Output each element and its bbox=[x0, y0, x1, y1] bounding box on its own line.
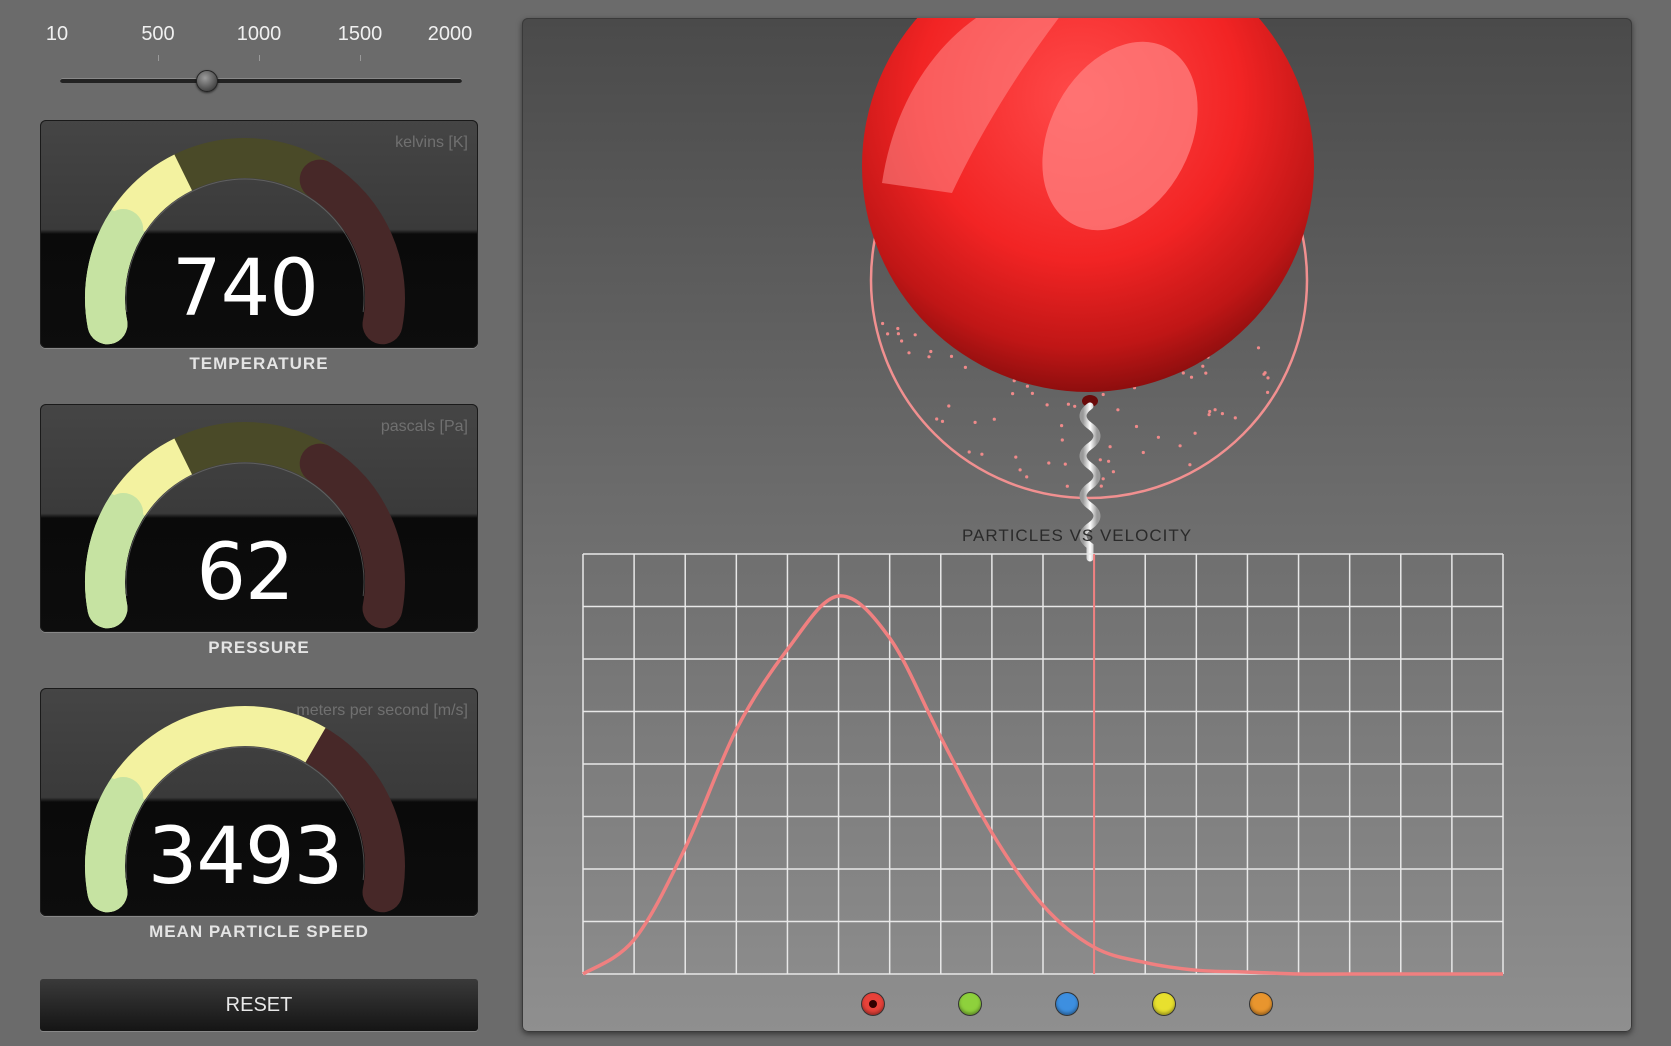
gauge-level-indicator bbox=[111, 438, 193, 517]
gas-particle bbox=[1188, 463, 1192, 467]
gas-particle bbox=[1156, 435, 1160, 439]
gas-particle bbox=[1073, 404, 1077, 408]
gas-particle bbox=[900, 339, 904, 343]
gas-particle bbox=[1266, 390, 1270, 394]
gas-particle bbox=[886, 332, 890, 336]
gas-particle bbox=[1207, 413, 1211, 417]
velocity-chart bbox=[582, 553, 1504, 976]
gas-particle bbox=[1065, 484, 1069, 488]
slider-track[interactable] bbox=[60, 78, 462, 83]
reset-button[interactable]: RESET bbox=[40, 979, 478, 1031]
gas-particle bbox=[907, 351, 911, 355]
gas-particle bbox=[1181, 371, 1185, 375]
temperature-slider[interactable]: 10 500 1000 1500 2000 bbox=[40, 18, 480, 98]
gas-particle bbox=[1201, 364, 1205, 368]
gas-particle bbox=[881, 321, 885, 326]
gas-particle bbox=[1098, 458, 1102, 462]
gas-particle bbox=[1025, 384, 1029, 388]
gas-particle bbox=[1108, 445, 1112, 449]
gas-particle bbox=[1060, 438, 1064, 442]
gas-particle bbox=[1011, 392, 1015, 396]
gas-particle bbox=[967, 450, 971, 454]
gas-particle bbox=[1018, 468, 1022, 472]
slider-tick-label: 500 bbox=[141, 23, 175, 45]
gas-particle bbox=[980, 452, 984, 456]
gas-particle bbox=[935, 417, 939, 421]
temperature-value: 740 bbox=[172, 244, 319, 334]
gas-particle bbox=[929, 349, 933, 354]
gas-particle bbox=[1141, 450, 1145, 455]
gas-particle bbox=[1193, 431, 1197, 435]
gas-particle bbox=[1116, 408, 1120, 412]
gas-particle bbox=[1111, 470, 1115, 474]
gas-particle bbox=[1208, 409, 1212, 414]
gas-particle bbox=[927, 355, 931, 359]
chart-title: PARTICLES VS VELOCITY bbox=[961, 526, 1193, 545]
slider-tick-label: 10 bbox=[45, 23, 69, 45]
gas-particle bbox=[973, 420, 977, 424]
gas-particle bbox=[1066, 402, 1070, 406]
gas-particle bbox=[1233, 416, 1237, 420]
gas-particle bbox=[1263, 371, 1267, 375]
speed-unit: meters per second [m/s] bbox=[296, 702, 468, 719]
particle-color-orange[interactable] bbox=[1250, 993, 1272, 1015]
pressure-caption: PRESSURE bbox=[208, 638, 310, 657]
gauge-level-indicator bbox=[111, 706, 326, 801]
gas-particle bbox=[896, 326, 900, 331]
gauge-level-indicator bbox=[111, 154, 193, 233]
gas-particle bbox=[1266, 376, 1270, 380]
particle-color-green[interactable] bbox=[959, 993, 981, 1015]
gas-particle bbox=[1134, 424, 1139, 429]
gas-particle bbox=[913, 333, 917, 337]
pressure-gauge: pascals [Pa] 62 bbox=[40, 404, 478, 632]
gas-particle bbox=[1204, 371, 1208, 375]
speed-caption: MEAN PARTICLE SPEED bbox=[149, 922, 369, 941]
pressure-unit: pascals [Pa] bbox=[380, 418, 468, 435]
gas-particle bbox=[1063, 462, 1067, 466]
balloon bbox=[862, 18, 1314, 407]
slider-tick-mark bbox=[360, 55, 361, 61]
gas-particle bbox=[1189, 375, 1194, 379]
slider-tick-label: 2000 bbox=[427, 23, 473, 45]
speed-value: 3493 bbox=[147, 812, 344, 902]
slider-tick-mark bbox=[158, 55, 159, 61]
temperature-gauge: kelvins [K] 740 bbox=[40, 120, 478, 348]
slider-thumb[interactable] bbox=[196, 70, 219, 92]
gas-particle bbox=[1025, 475, 1029, 479]
slider-tick-label: 1500 bbox=[337, 23, 383, 45]
gas-particle bbox=[1256, 346, 1261, 350]
temperature-caption: TEMPERATURE bbox=[189, 354, 329, 373]
gas-particle bbox=[1099, 484, 1103, 488]
gas-particle bbox=[1045, 403, 1049, 407]
slider-tick-label: 1000 bbox=[236, 23, 282, 45]
simulation-canvas bbox=[582, 18, 1504, 976]
slider-tick-mark bbox=[259, 55, 260, 61]
particle-color-red[interactable] bbox=[862, 993, 884, 1015]
gas-particle bbox=[1107, 459, 1111, 463]
gas-particle bbox=[1101, 477, 1105, 481]
gas-particle bbox=[1014, 455, 1018, 459]
pressure-value: 62 bbox=[196, 528, 294, 618]
gas-particle bbox=[949, 354, 954, 358]
speed-gauge: meters per second [m/s] 3493 bbox=[40, 688, 478, 916]
gas-particle bbox=[1047, 461, 1051, 465]
gas-particle bbox=[1030, 391, 1034, 395]
particle-color-yellow[interactable] bbox=[1153, 993, 1175, 1015]
gas-particle bbox=[947, 404, 951, 408]
gas-particle bbox=[963, 365, 967, 369]
simulation-panel: PARTICLES VS VELOCITY bbox=[522, 18, 1632, 1032]
gas-particle bbox=[1101, 392, 1105, 397]
gas-particle bbox=[896, 332, 900, 336]
gas-particle bbox=[1178, 444, 1182, 448]
gas-particle bbox=[1213, 408, 1217, 412]
gas-particle bbox=[992, 417, 996, 421]
gas-particle bbox=[940, 419, 945, 423]
gas-particle bbox=[1060, 424, 1064, 428]
gas-particle bbox=[1220, 412, 1224, 416]
particle-color-blue[interactable] bbox=[1056, 993, 1078, 1015]
temperature-unit: kelvins [K] bbox=[395, 134, 468, 151]
